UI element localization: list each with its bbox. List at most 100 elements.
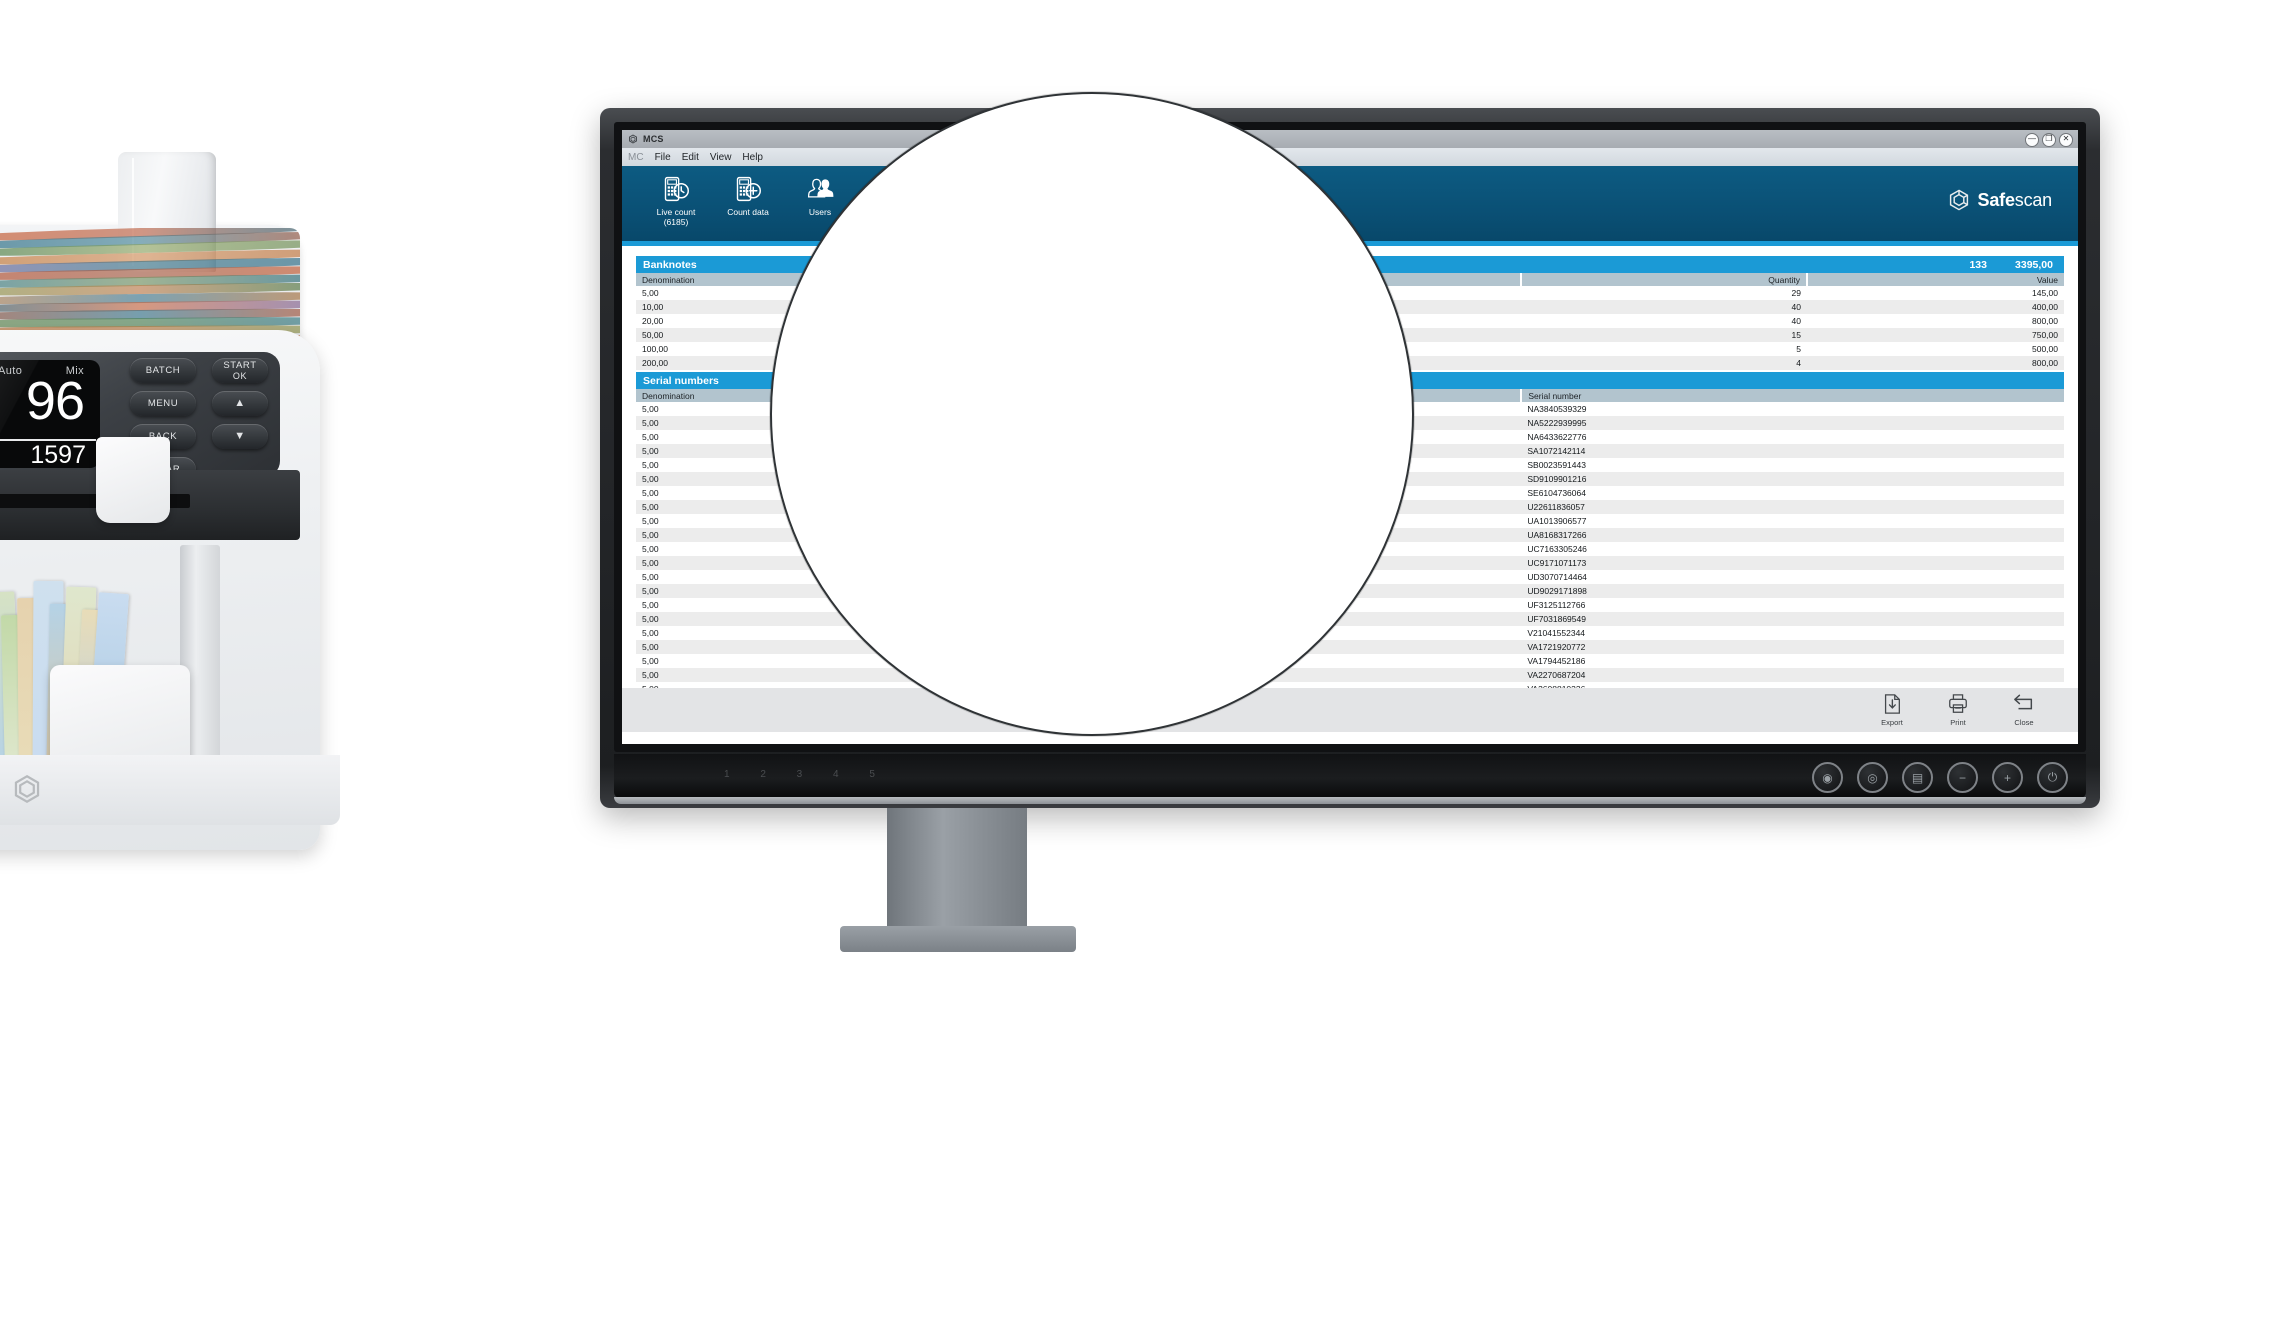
monitor-button-row: ◉ ◎ ▤ − + ⏻	[1812, 762, 2068, 793]
banknote-quantity: 5	[1796, 344, 1801, 354]
serial-number: UC7163305246	[1527, 544, 1587, 554]
about-info-icon	[995, 143, 1071, 230]
ribbon-label-line1: Count data	[727, 207, 769, 217]
serial-number: UC9171071173	[1527, 558, 1587, 568]
monitor-stand-base	[840, 926, 1076, 952]
brand-bold: Safe	[1977, 189, 2015, 210]
print-button[interactable]: Print	[1938, 693, 1978, 727]
banknote-value: 800,00	[2032, 316, 2058, 326]
banknote-quantity: 15	[1791, 330, 1801, 340]
counter-base	[0, 755, 340, 825]
adjust-lever	[96, 437, 170, 523]
printer-icon	[1947, 693, 1969, 717]
lcd-mode-auto: Auto	[0, 365, 23, 377]
menu-item-view[interactable]: View	[710, 152, 732, 163]
batch-key[interactable]: BATCH	[130, 358, 196, 383]
ribbon-item-currencies[interactable]: Currencies (6185)	[883, 143, 995, 290]
monitor-chin: 1 2 3 4 5 ◉ ◎ ▤ − + ⏻	[614, 754, 2086, 804]
minimize-button[interactable]: —	[2025, 133, 2039, 147]
export-button[interactable]: Export	[1872, 693, 1912, 727]
ribbon-label-line2: (6185)	[905, 262, 973, 290]
banknote-value: 500,00	[2032, 344, 2058, 354]
start-label: START	[223, 360, 257, 371]
serial-number: UF3125112766	[1527, 600, 1586, 610]
volume-up-button[interactable]: +	[1992, 762, 2023, 793]
app-title-icon	[628, 134, 638, 144]
menu-item-mc: MC	[628, 151, 644, 163]
live-count-icon	[664, 176, 689, 202]
ribbon-item-about[interactable]: About	[995, 143, 1071, 263]
picture-mode-button[interactable]: ◎	[1857, 762, 1888, 793]
serial-number: NA5222939995	[1527, 418, 1587, 428]
serial-number: SB0023591443	[1527, 460, 1586, 470]
ribbon-label-line1: Preferences	[770, 235, 884, 263]
banknotes-total-quantity: 133	[1969, 258, 1987, 271]
close-arrow-icon	[2014, 694, 2033, 710]
menu-item-help[interactable]: Help	[809, 94, 865, 124]
close-arrow-icon	[2013, 693, 2035, 717]
input-source-button[interactable]: ◉	[1812, 762, 1843, 793]
start-ok-key[interactable]: START OK	[212, 358, 268, 383]
ribbon-label-line1: Live count	[656, 207, 696, 217]
col-quantity: Quantity	[1521, 273, 1808, 286]
arrow-down-key[interactable]: ▼	[212, 424, 268, 449]
serial-number: NA3840539329	[1527, 404, 1587, 414]
export-icon	[1884, 694, 1900, 714]
banknote-value: 750,00	[2032, 330, 2058, 340]
printer-icon	[1949, 694, 1967, 713]
brand-light: scan	[2014, 189, 2052, 210]
banknote-quantity: 4	[1796, 358, 1801, 368]
serials-section-title: Serial numbers	[643, 374, 719, 387]
maximize-button[interactable]: ❐	[2042, 133, 2056, 147]
serial-number: UD9029171898	[1527, 586, 1587, 596]
count-data-icon	[736, 176, 761, 202]
currencies-coins-icon	[898, 143, 980, 230]
ribbon-label-line1: About	[1002, 235, 1064, 263]
serial-number: VA1721920772	[1527, 642, 1586, 652]
banknotes-total-value: 3395,00	[2015, 258, 2053, 271]
ribbon-item-live-count[interactable]: Live count (6185)	[640, 173, 712, 227]
serial-number: V21041552344	[1527, 628, 1586, 638]
volume-down-button[interactable]: −	[1947, 762, 1978, 793]
menu-item-edit[interactable]: Edit	[682, 152, 699, 163]
close-button[interactable]: Close	[2004, 693, 2044, 727]
serial-number: SD9109901216	[1527, 474, 1587, 484]
serial-number: UD3070714464	[1527, 572, 1587, 582]
serial-number: VA1794452186	[1527, 656, 1586, 666]
menu-item-view[interactable]: View	[772, 94, 779, 124]
export-icon	[1881, 693, 1903, 717]
preferences-gear-icon	[789, 155, 856, 216]
serial-number: UA8168317266	[1527, 530, 1587, 540]
banknotes-section-title: Banknotes	[643, 258, 697, 271]
menu-key[interactable]: MENU	[130, 391, 196, 416]
banknote-value: 145,00	[2032, 288, 2058, 298]
menu-item-file[interactable]: File	[655, 152, 671, 163]
menu-item-help[interactable]: Help	[742, 152, 763, 163]
preferences-gear-icon	[780, 143, 862, 230]
serial-number: U22611836057	[1527, 502, 1585, 512]
display-button[interactable]: ▤	[1902, 762, 1933, 793]
banknote-quantity: 40	[1791, 302, 1801, 312]
app-title-icon	[629, 134, 637, 144]
power-button[interactable]: ⏻	[2037, 762, 2068, 793]
serial-number: VA2270687204	[1527, 670, 1586, 680]
magnifier-scaled-layer: MCS — ❐ ✕ MC File Edit View Help Live co…	[770, 94, 1412, 734]
chin-accent-strip	[614, 797, 2086, 804]
serial-number: SA1072142114	[1527, 446, 1586, 456]
serial-number: UA1013906577	[1527, 516, 1587, 526]
export-button-label: Export	[1881, 718, 1903, 727]
ok-label: OK	[232, 371, 248, 381]
banknote-quantity: 29	[1791, 288, 1801, 298]
live-count-icon	[662, 173, 690, 205]
arrow-up-key[interactable]: ▲	[212, 391, 268, 416]
banknote-value: 400,00	[2032, 302, 2058, 312]
lcd-count-value: 96	[25, 371, 85, 431]
banknote-quantity: 40	[1791, 316, 1801, 326]
magnifier-lens: MCS — ❐ ✕ MC File Edit View Help Live co…	[770, 92, 1414, 736]
ribbon-label-line2: (6185)	[663, 217, 689, 227]
close-button-label: Close	[2014, 718, 2034, 727]
close-button[interactable]: ✕	[2059, 133, 2073, 147]
ribbon-item-preferences[interactable]: Preferences	[770, 143, 884, 263]
print-button-label: Print	[1950, 718, 1966, 727]
window-title: MCS	[643, 134, 664, 144]
